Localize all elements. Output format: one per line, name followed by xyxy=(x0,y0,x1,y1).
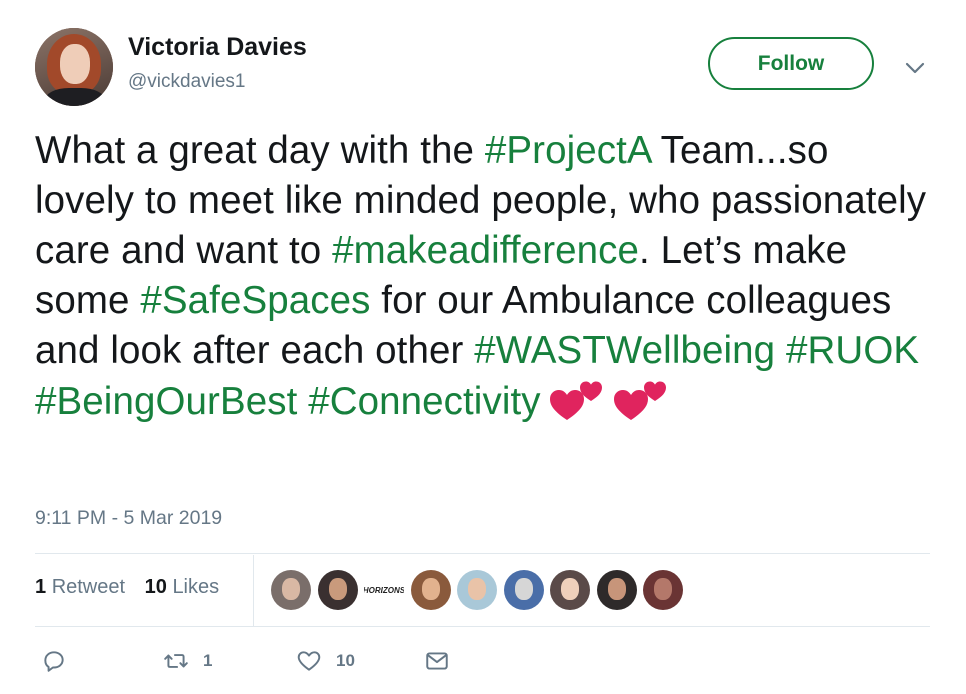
liker-avatar[interactable] xyxy=(643,570,683,610)
two-hearts-emoji xyxy=(613,376,669,422)
divider-bottom xyxy=(35,626,930,627)
liker-avatar[interactable] xyxy=(550,570,590,610)
likes-label: Likes xyxy=(172,576,220,598)
retweets-stat[interactable]: 1 Retweet xyxy=(35,576,125,598)
like-count: 10 xyxy=(336,651,355,670)
retweets-count: 1 xyxy=(35,576,47,598)
divider-top xyxy=(35,553,930,554)
reply-button[interactable] xyxy=(41,648,81,674)
hashtag-link[interactable]: #ProjectA xyxy=(485,129,651,172)
retweet-button[interactable]: 1 xyxy=(163,648,212,674)
reply-icon xyxy=(44,651,64,672)
liker-avatar-logo[interactable]: HORIZONS xyxy=(364,570,404,610)
follow-button[interactable]: Follow xyxy=(708,37,874,90)
tweet-text-segment: What a great day with the xyxy=(35,129,485,172)
hashtag-link[interactable]: #SafeSpaces xyxy=(140,279,370,322)
retweets-label: Retweet xyxy=(51,576,126,598)
stats-separator xyxy=(253,555,254,626)
retweet-icon xyxy=(164,654,188,668)
hashtag-link[interactable]: #BeingOurBest xyxy=(35,380,297,423)
liker-avatar[interactable] xyxy=(271,570,311,610)
author-name[interactable]: Victoria Davies xyxy=(128,33,307,62)
tweet-text-segment xyxy=(297,380,308,423)
hashtag-link[interactable]: #makeadifference xyxy=(332,229,639,272)
tweet-text-segment xyxy=(775,329,786,372)
message-button[interactable] xyxy=(424,648,450,674)
author-avatar[interactable] xyxy=(35,28,113,106)
hashtag-link[interactable]: #RUOK xyxy=(786,329,919,372)
envelope-icon xyxy=(426,652,448,670)
liker-avatar[interactable] xyxy=(317,570,358,610)
liker-avatar[interactable] xyxy=(596,570,637,610)
like-button[interactable]: 10 xyxy=(296,648,355,674)
liker-avatar[interactable] xyxy=(503,570,544,610)
tweet-actions: 1 10 xyxy=(0,648,966,678)
author-handle[interactable]: @vickdavies1 xyxy=(128,71,246,93)
two-hearts-emoji xyxy=(549,376,605,422)
tweet-text: What a great day with the #ProjectA Team… xyxy=(35,126,935,427)
heart-icon xyxy=(297,651,321,671)
likes-count: 10 xyxy=(144,576,167,598)
liker-avatar[interactable] xyxy=(457,570,497,610)
tweet-stats: 1 Retweet 10 Likes xyxy=(35,576,233,599)
retweet-count: 1 xyxy=(203,651,213,670)
hashtag-link[interactable]: #Connectivity xyxy=(308,380,540,423)
tweet-timestamp[interactable]: 9:11 PM - 5 Mar 2019 xyxy=(35,507,222,530)
liker-avatar[interactable] xyxy=(410,570,451,610)
chevron-down-icon[interactable] xyxy=(903,56,927,80)
hashtag-link[interactable]: #WASTWellbeing xyxy=(474,329,775,372)
likes-stat[interactable]: 10 Likes xyxy=(145,576,220,598)
